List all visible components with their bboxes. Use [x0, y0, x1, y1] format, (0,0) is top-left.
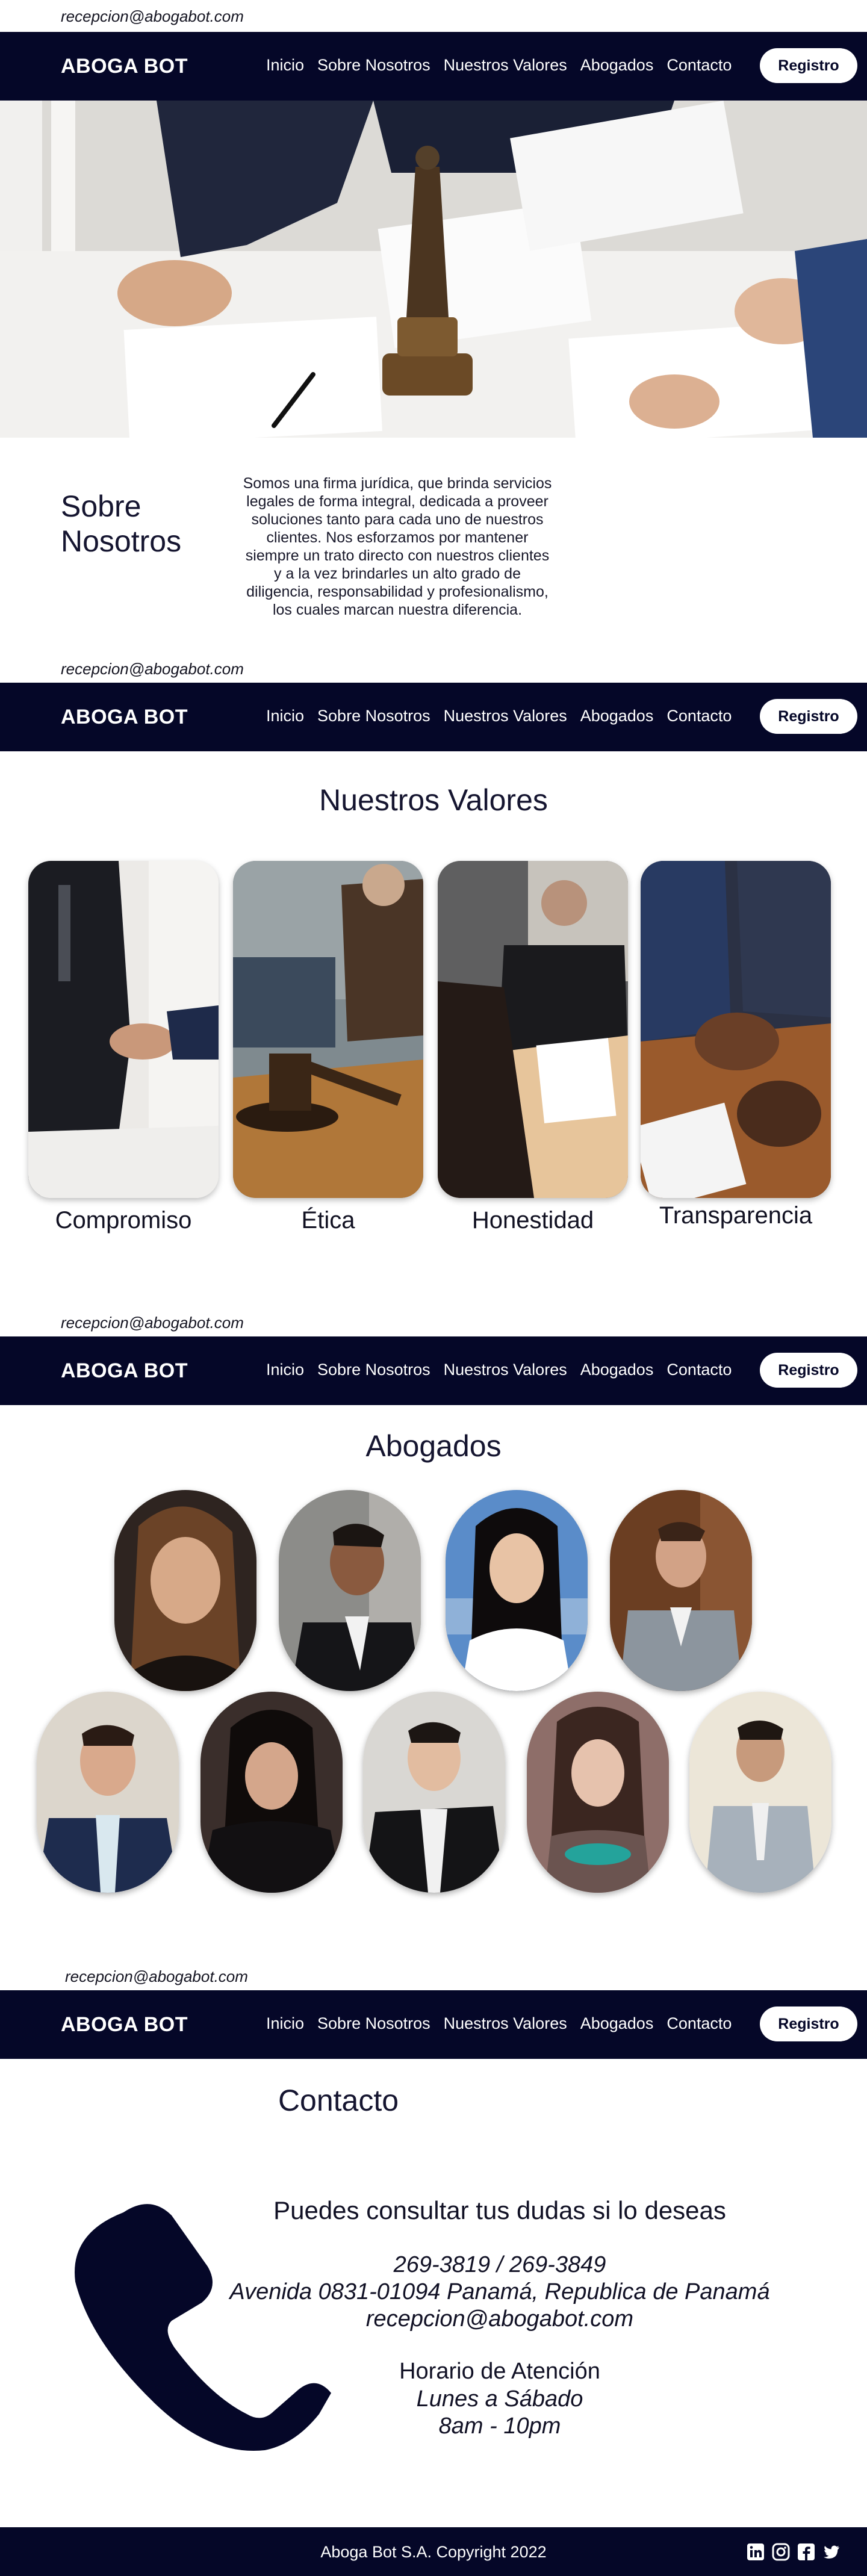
- valor-image-honestidad: [438, 861, 628, 1198]
- nav-links: Inicio Sobre Nosotros Nuestros Valores A…: [266, 2014, 745, 2033]
- email-strip: recepcion@abogabot.com: [0, 1960, 867, 1991]
- nav-inicio[interactable]: Inicio: [266, 707, 304, 725]
- email-text: recepcion@abogabot.com: [61, 1314, 244, 1332]
- nav-inicio[interactable]: Inicio: [266, 1361, 304, 1379]
- navbar: ABOGA BOT Inicio Sobre Nosotros Nuestros…: [0, 683, 867, 751]
- nav-sobre-nosotros[interactable]: Sobre Nosotros: [317, 56, 430, 75]
- nav-abogados[interactable]: Abogados: [580, 56, 654, 75]
- valor-label-honestidad: Honestidad: [471, 1207, 594, 1234]
- brand-logo[interactable]: ABOGA BOT: [61, 1359, 188, 1383]
- email-strip: recepcion@abogabot.com: [0, 0, 867, 31]
- nav-contacto[interactable]: Contacto: [667, 2014, 732, 2033]
- valor-label-transparencia: Transparencia: [659, 1202, 813, 1229]
- nav-links: Inicio Sobre Nosotros Nuestros Valores A…: [266, 707, 745, 725]
- nav-sobre-nosotros[interactable]: Sobre Nosotros: [317, 707, 430, 725]
- contact-address: Avenida 0831-01094 Panamá, Republica de …: [229, 2279, 770, 2304]
- lawyer-photo[interactable]: [527, 1692, 669, 1893]
- email-text: recepcion@abogabot.com: [61, 7, 244, 25]
- contact-info: 269-3819 / 269-3849 Avenida 0831-01094 P…: [199, 2252, 801, 2333]
- valor-image-compromiso: [28, 861, 219, 1198]
- nav-links: Inicio Sobre Nosotros Nuestros Valores A…: [266, 56, 745, 75]
- email-strip: recepcion@abogabot.com: [0, 1306, 867, 1338]
- sobre-nosotros-text: Somos una firma jurídica, que brinda ser…: [243, 475, 552, 618]
- valor-label-etica: Ética: [301, 1207, 355, 1234]
- hours-time: 8am - 10pm: [438, 2413, 561, 2439]
- nav-sobre-nosotros[interactable]: Sobre Nosotros: [317, 1361, 430, 1379]
- lawyer-photo[interactable]: [114, 1490, 256, 1691]
- nav-abogados[interactable]: Abogados: [580, 1361, 654, 1379]
- contact-email[interactable]: recepcion@abogabot.com: [199, 2306, 801, 2333]
- email-strip: recepcion@abogabot.com: [0, 653, 867, 684]
- nav-contacto[interactable]: Contacto: [667, 56, 732, 75]
- lawyer-photo[interactable]: [610, 1490, 752, 1691]
- facebook-icon[interactable]: [797, 2543, 815, 2561]
- opening-hours: Lunes a Sábado 8am - 10pm: [199, 2386, 801, 2440]
- lawyer-photo[interactable]: [37, 1692, 179, 1893]
- brand-logo[interactable]: ABOGA BOT: [61, 55, 188, 78]
- nav-nuestros-valores[interactable]: Nuestros Valores: [444, 707, 567, 725]
- nav-abogados[interactable]: Abogados: [580, 707, 654, 725]
- nav-abogados[interactable]: Abogados: [580, 2014, 654, 2033]
- navbar: ABOGA BOT Inicio Sobre Nosotros Nuestros…: [0, 1990, 867, 2059]
- contacto-title: Contacto: [278, 2084, 399, 2117]
- linkedin-icon[interactable]: [747, 2543, 765, 2561]
- contact-phones[interactable]: 269-3819 / 269-3849: [199, 2252, 801, 2279]
- social-links: [747, 2543, 841, 2561]
- lawyer-photo[interactable]: [446, 1490, 588, 1691]
- valor-image-etica: [233, 861, 423, 1198]
- footer: Aboga Bot S.A. Copyright 2022: [0, 2527, 867, 2576]
- hero-image: [0, 101, 867, 438]
- nav-contacto[interactable]: Contacto: [667, 707, 732, 725]
- nav-inicio[interactable]: Inicio: [266, 2014, 304, 2033]
- lawyer-photo[interactable]: [363, 1692, 505, 1893]
- footer-copyright: Aboga Bot S.A. Copyright 2022: [320, 2543, 547, 2561]
- lawyer-photo[interactable]: [279, 1490, 421, 1691]
- valor-image-transparencia: [641, 861, 831, 1198]
- lawyer-photo[interactable]: [689, 1692, 831, 1893]
- navbar: ABOGA BOT Inicio Sobre Nosotros Nuestros…: [0, 32, 867, 101]
- brand-logo[interactable]: ABOGA BOT: [61, 706, 188, 729]
- nav-contacto[interactable]: Contacto: [667, 1361, 732, 1379]
- nav-links: Inicio Sobre Nosotros Nuestros Valores A…: [266, 1361, 745, 1379]
- valor-label-compromiso: Compromiso: [55, 1207, 192, 1234]
- nav-nuestros-valores[interactable]: Nuestros Valores: [444, 2014, 567, 2033]
- brand-logo[interactable]: ABOGA BOT: [61, 2013, 188, 2037]
- nav-sobre-nosotros[interactable]: Sobre Nosotros: [317, 2014, 430, 2033]
- register-button[interactable]: Registro: [760, 48, 857, 83]
- hours-days: Lunes a Sábado: [416, 2386, 583, 2412]
- email-text: recepcion@abogabot.com: [65, 1967, 248, 1985]
- nav-nuestros-valores[interactable]: Nuestros Valores: [444, 1361, 567, 1379]
- register-button[interactable]: Registro: [760, 1353, 857, 1388]
- nav-inicio[interactable]: Inicio: [266, 56, 304, 75]
- register-button[interactable]: Registro: [760, 2006, 857, 2041]
- register-button[interactable]: Registro: [760, 699, 857, 734]
- instagram-icon[interactable]: [772, 2543, 790, 2561]
- hours-title: Horario de Atención: [399, 2359, 600, 2384]
- contact-lead-text: Puedes consultar tus dudas si lo deseas: [273, 2196, 726, 2224]
- email-text: recepcion@abogabot.com: [61, 660, 244, 678]
- twitter-icon[interactable]: [822, 2543, 841, 2561]
- navbar: ABOGA BOT Inicio Sobre Nosotros Nuestros…: [0, 1336, 867, 1405]
- sobre-nosotros-title: Sobre Nosotros: [61, 489, 182, 558]
- nav-nuestros-valores[interactable]: Nuestros Valores: [444, 56, 567, 75]
- valores-title: Nuestros Valores: [319, 783, 548, 817]
- abogados-title: Abogados: [365, 1429, 502, 1463]
- lawyer-photo[interactable]: [200, 1692, 343, 1893]
